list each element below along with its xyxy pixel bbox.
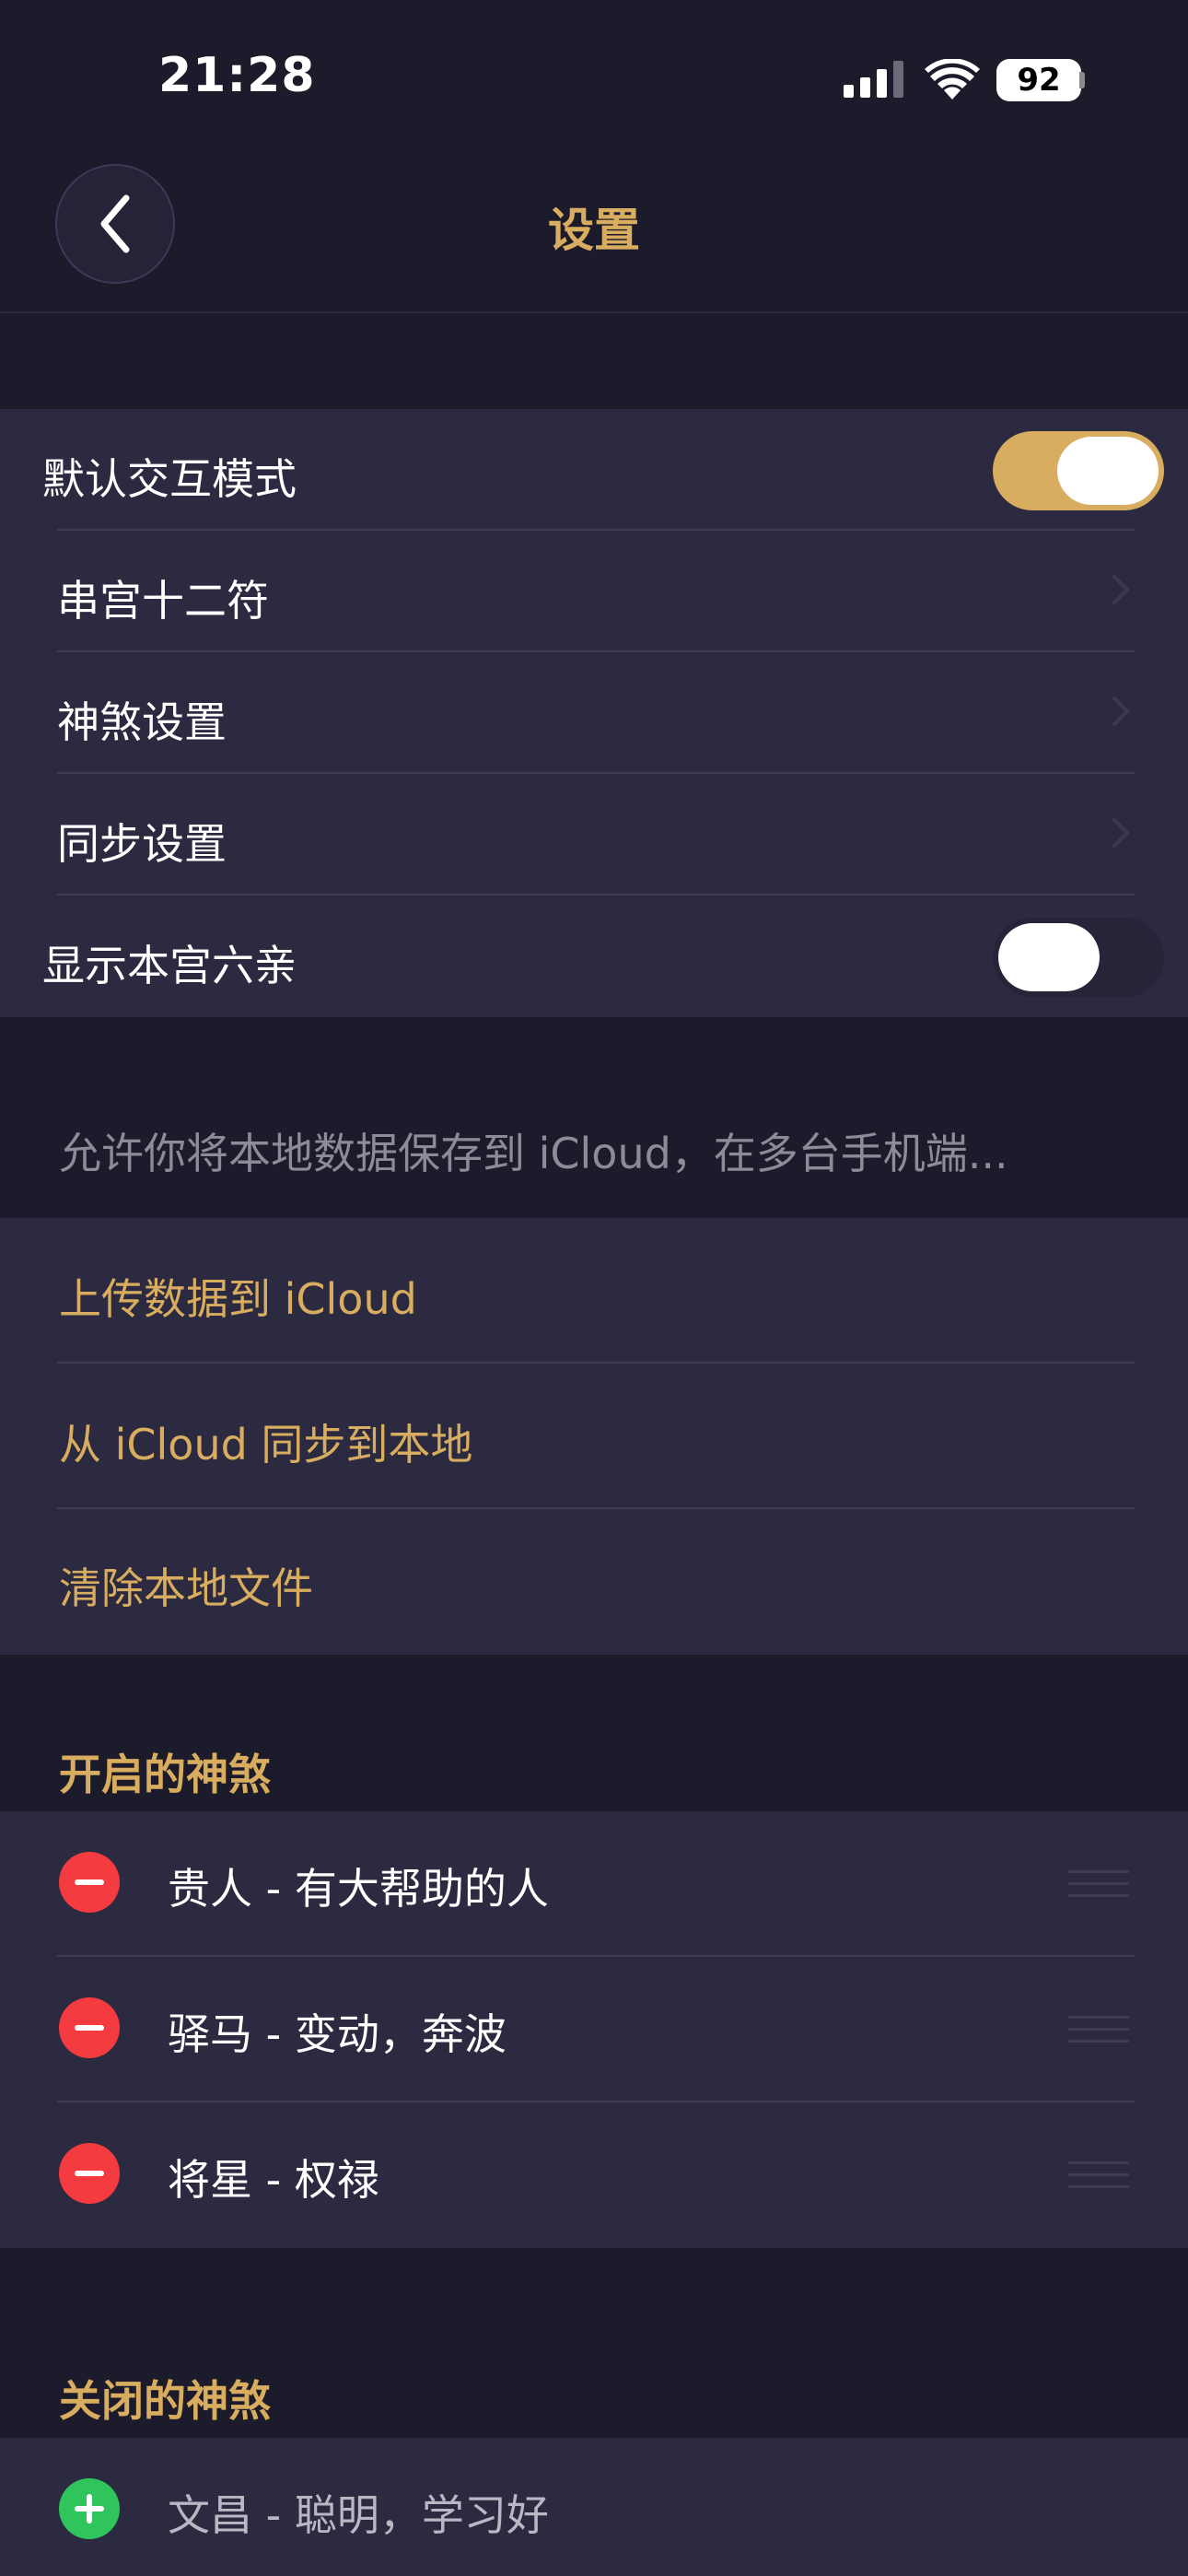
add-icon[interactable] bbox=[59, 2478, 120, 2539]
settings-row-shensha[interactable]: 神煞设置 bbox=[0, 652, 1188, 772]
list-item: 将星 - 权禄 bbox=[0, 2102, 1188, 2246]
shensha-label: 贵人 - 有大帮助的人 bbox=[168, 1864, 549, 1914]
list-item: 文昌 - 聪明，学习好 bbox=[0, 2438, 1188, 2576]
settings-row-label: 串宫十二符 bbox=[57, 576, 269, 626]
status-time: 21:28 bbox=[158, 48, 316, 103]
battery-level: 92 bbox=[996, 59, 1081, 101]
drag-handle-icon[interactable] bbox=[1068, 1870, 1129, 1898]
sync-from-icloud-label: 从 iCloud 同步到本地 bbox=[59, 1420, 473, 1469]
icloud-hint: 允许你将本地数据保存到 iCloud，在多台手机端... bbox=[59, 1129, 1008, 1178]
upload-icloud-label: 上传数据到 iCloud bbox=[59, 1274, 417, 1324]
wifi-icon bbox=[925, 59, 980, 100]
chevron-right-icon bbox=[1112, 818, 1130, 848]
icloud-group: 上传数据到 iCloud 从 iCloud 同步到本地 清除本地文件 bbox=[0, 1218, 1188, 1655]
enabled-shensha-header: 开启的神煞 bbox=[59, 1750, 271, 1799]
battery-cap-icon bbox=[1079, 72, 1085, 88]
shensha-label: 驿马 - 变动，奔波 bbox=[168, 2009, 507, 2059]
show-liuqin-label: 显示本宫六亲 bbox=[42, 941, 297, 990]
chevron-right-icon bbox=[1112, 697, 1130, 726]
settings-row-label: 同步设置 bbox=[57, 819, 227, 869]
cellular-signal-icon bbox=[844, 61, 903, 98]
toggle-knob bbox=[1057, 437, 1159, 505]
remove-icon[interactable] bbox=[59, 2143, 120, 2204]
clear-local-files-button[interactable]: 清除本地文件 bbox=[0, 1509, 1188, 1653]
nav-divider bbox=[0, 311, 1188, 313]
toggle-knob bbox=[998, 923, 1100, 991]
disabled-shensha-header: 关闭的神煞 bbox=[59, 2376, 271, 2426]
remove-icon[interactable] bbox=[59, 1997, 120, 2058]
settings-row-label: 神煞设置 bbox=[57, 697, 227, 747]
remove-icon[interactable] bbox=[59, 1852, 120, 1913]
page-title: 设置 bbox=[548, 204, 640, 257]
settings-group: 默认交互模式 串宫十二符 神煞设置 同步设置 显示本宫六亲 bbox=[0, 409, 1188, 1017]
drag-handle-icon[interactable] bbox=[1068, 2016, 1129, 2043]
default-interaction-mode-toggle[interactable] bbox=[993, 431, 1164, 510]
upload-icloud-button[interactable]: 上传数据到 iCloud bbox=[0, 1218, 1188, 1362]
clear-local-files-label: 清除本地文件 bbox=[59, 1563, 313, 1613]
chevron-right-icon bbox=[1112, 575, 1130, 604]
show-liuqin-toggle[interactable] bbox=[993, 918, 1164, 997]
settings-row-sync[interactable]: 同步设置 bbox=[0, 774, 1188, 894]
settings-row-chuangong[interactable]: 串宫十二符 bbox=[0, 531, 1188, 650]
enabled-shensha-group: 贵人 - 有大帮助的人 驿马 - 变动，奔波 将星 - 权禄 bbox=[0, 1811, 1188, 2248]
disabled-shensha-group: 文昌 - 聪明，学习好 bbox=[0, 2438, 1188, 2576]
list-item: 贵人 - 有大帮助的人 bbox=[0, 1811, 1188, 1955]
default-interaction-mode-label: 默认交互模式 bbox=[42, 454, 297, 504]
shensha-label: 文昌 - 聪明，学习好 bbox=[168, 2490, 549, 2540]
list-item: 驿马 - 变动，奔波 bbox=[0, 1957, 1188, 2101]
shensha-label: 将星 - 权禄 bbox=[168, 2155, 379, 2205]
drag-handle-icon[interactable] bbox=[1068, 2161, 1129, 2189]
divider bbox=[57, 894, 1135, 896]
sync-from-icloud-button[interactable]: 从 iCloud 同步到本地 bbox=[0, 1364, 1188, 1507]
